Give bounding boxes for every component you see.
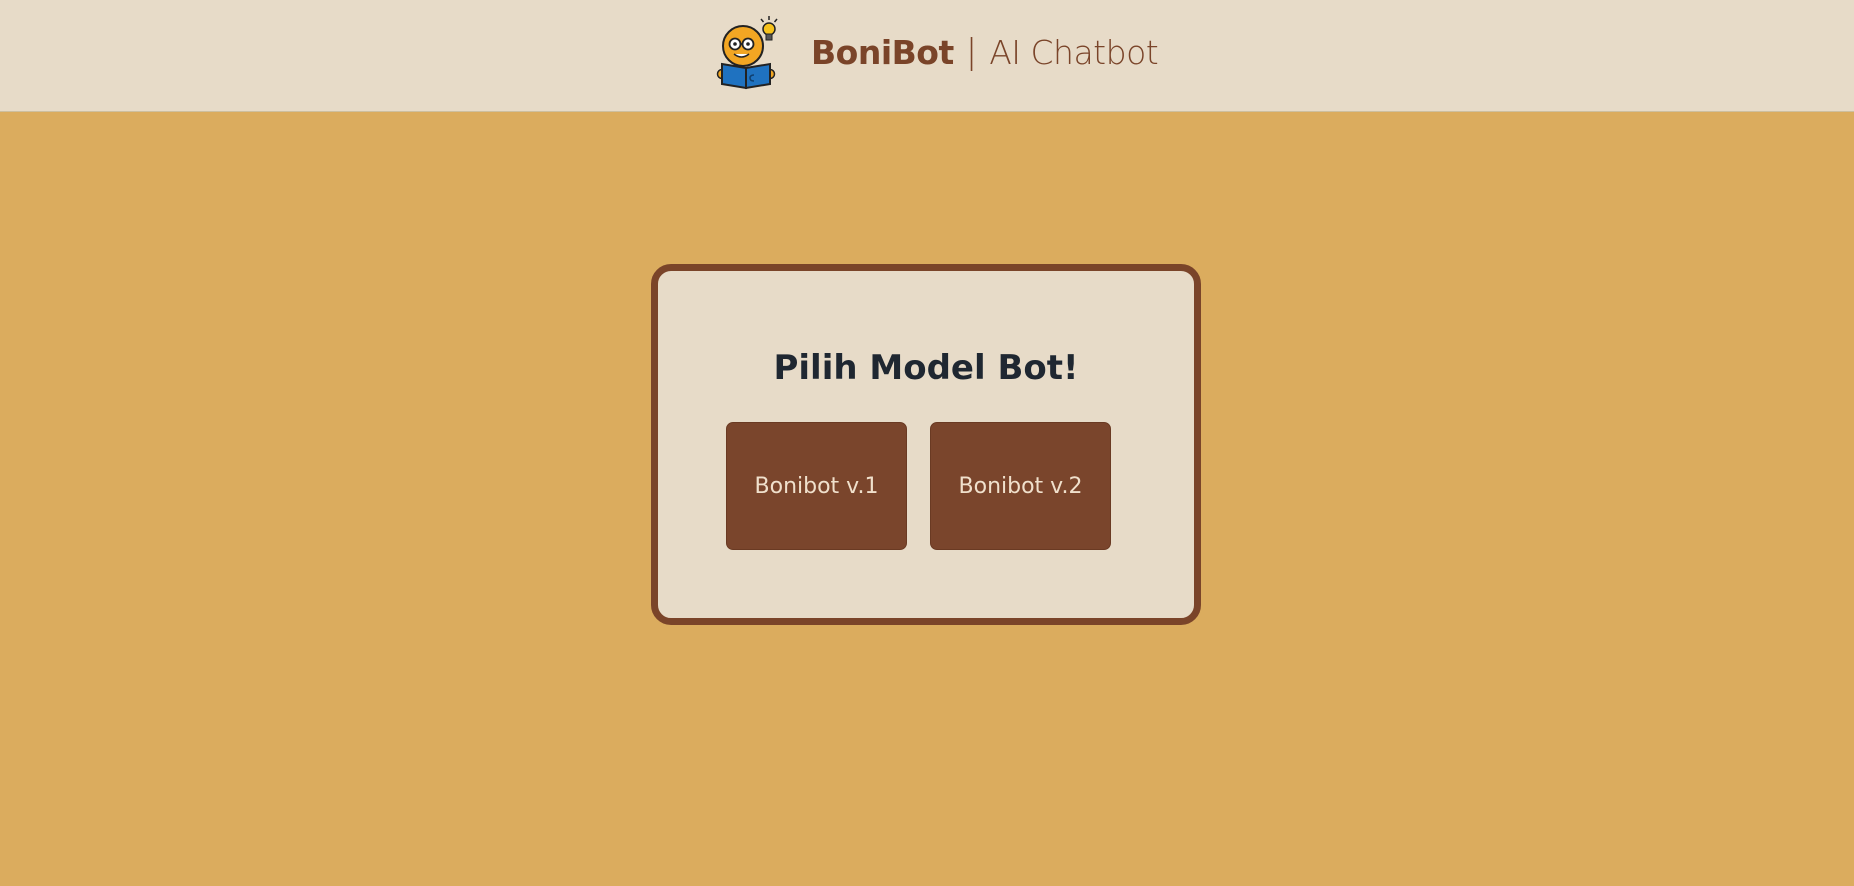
brand-subtitle: AI Chatbot	[989, 32, 1159, 72]
bonibot-v2-button[interactable]: Bonibot v.2	[930, 422, 1111, 550]
lightbulb-icon	[760, 16, 778, 41]
brand-separator: |	[965, 32, 978, 72]
brand[interactable]: BoniBot | AI Chatbot	[716, 14, 1159, 90]
bonibot-v1-button[interactable]: Bonibot v.1	[726, 422, 907, 550]
brand-name: BoniBot	[811, 32, 954, 72]
page-title: Pilih Model Bot!	[773, 348, 1079, 388]
model-selector-card: Pilih Model Bot! Bonibot v.1 Bonibot v.2	[651, 264, 1201, 625]
app-header: BoniBot | AI Chatbot	[0, 0, 1854, 112]
boni-logo-icon	[716, 16, 778, 90]
